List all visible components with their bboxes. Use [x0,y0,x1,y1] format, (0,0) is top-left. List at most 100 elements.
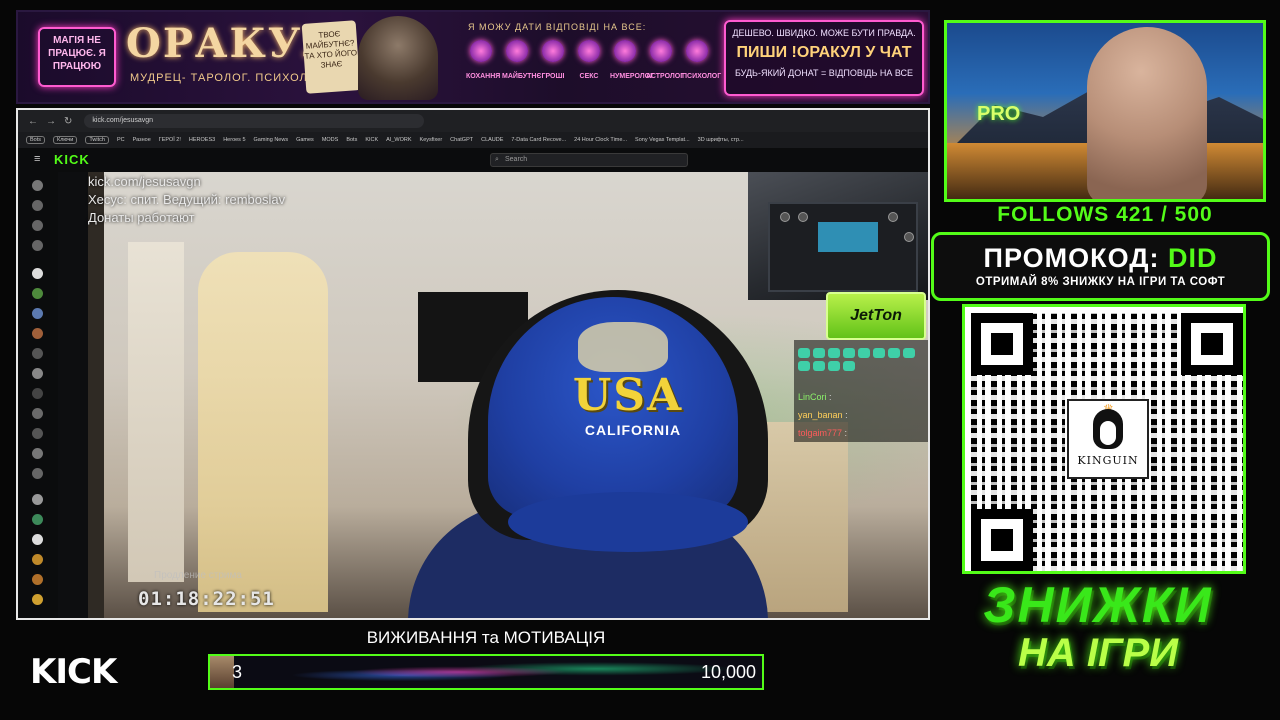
chat-text: : [844,428,848,438]
topic-numerology: НУМЕРОЛОГ [610,40,654,83]
follows-counter: FOLLOWS 421 / 500 [997,203,1213,226]
hamburger-icon[interactable]: ≡ [34,153,40,165]
heart-icon [470,40,492,62]
bookmark[interactable]: Heroes 5 [223,137,245,143]
goal-title: ВИЖИВАННЯ та МОТИВАЦІЯ [366,628,606,647]
knob [798,212,808,222]
bookmark[interactable]: MODS [322,137,339,143]
channel-avatar[interactable] [32,554,43,565]
qr-code: ♛ KINGUIN [971,313,1243,571]
bookmark[interactable]: Разное [133,137,151,143]
bookmark[interactable]: ГЕРОЇ 2! [159,137,181,143]
money-icon [542,40,564,62]
banner-subtitle: МУДРЕЦ- ТАРОЛОГ. ПСИХОЛОГ. [130,72,327,84]
chat-message: tolgaim777 : [798,428,847,438]
chat-text: : [845,410,848,420]
chat-username: LinCori [798,392,827,402]
channel-avatar[interactable] [32,288,43,299]
chat-overlay: LinCori : yan_banan : tolgaim777 : [794,340,928,442]
reload-icon[interactable]: ↻ [64,116,72,127]
bookmark[interactable]: PC [117,137,125,143]
emote-icon [828,361,840,371]
peach-icon [578,40,600,62]
tarot-card: ТВОЄ МАЙБУТНЄ? ТА ХТО ЙОГО ЗНАЄ [301,20,361,94]
channel-avatar[interactable] [32,574,43,585]
bookmark[interactable]: AI_WORK [386,137,411,143]
channel-avatar[interactable] [32,468,43,479]
timer-label: Продление стрима [154,570,242,581]
address-bar[interactable]: kick.com/jesusavgn [84,114,425,128]
channel-avatar[interactable] [32,328,43,339]
jetton-sponsor-badge: JetTon [826,292,926,340]
donation-goal-bar: 3 10,000 [208,654,764,690]
qr-code-panel: ♛ KINGUIN [962,304,1246,574]
channel-avatar[interactable] [32,514,43,525]
back-icon[interactable]: ← [28,116,38,127]
kick-sidebar [18,172,58,618]
browse-icon[interactable] [32,200,43,211]
bookmark[interactable]: 3D шрифты, стр... [698,137,744,143]
channel-avatar[interactable] [32,534,43,545]
bookmark[interactable]: HEROES3 [189,137,215,143]
following-icon[interactable] [32,220,43,231]
emote-icon [888,348,900,358]
heart-icon[interactable] [32,268,43,279]
cap-california-text: CALIFORNIA [584,422,682,438]
kick-logo[interactable]: KICK [54,152,90,167]
goal-thumbnail [210,656,234,688]
emote-icon [903,348,915,358]
bookmark[interactable]: Sony Vegas Templat... [635,137,690,143]
wall-panel [198,252,328,612]
topic-money: ГРОШІ [538,40,568,83]
chat-text: : [829,392,832,402]
bookmark[interactable]: Gaming News [254,137,289,143]
forward-icon[interactable]: → [46,116,56,127]
promo-label: ПРОМОКОД: [983,243,1160,273]
bookmark[interactable]: Bots [26,136,46,144]
crystal-ball-icon [506,40,528,62]
emote-icon [843,361,855,371]
qr-finder-pattern [1181,313,1243,375]
bookmark[interactable]: KICK [365,137,378,143]
cta-line-2: ПИШИ !ОРАКУЛ У ЧАТ [736,44,912,61]
promo-heading: ПРОМОКОД: DID [934,243,1267,274]
bookmark[interactable]: CLAUDE [481,137,503,143]
chat-username: tolgaim777 [798,428,843,438]
promo-subtitle: ОТРИМАЙ 8% ЗНИЖКУ НА ІГРИ ТА СОФТ [975,276,1226,288]
bookmark[interactable]: Bots [346,137,357,143]
search-icon: ⌕ [495,156,499,163]
overlay-url: kick.com/jesusavgn [88,174,201,189]
chat-emotes [798,348,926,371]
bookmark[interactable]: Twitch [85,136,109,144]
bookmark[interactable]: 24 Hour Clock Time... [574,137,627,143]
channel-avatar[interactable] [32,594,43,605]
search-input[interactable]: ⌕ Search [490,153,688,167]
bookmark[interactable]: Games [296,137,314,143]
emote-icon [873,348,885,358]
goal-current: 3 [232,662,243,682]
channel-avatar[interactable] [32,308,43,319]
banner-ask-line: Я МОЖУ ДАТИ ВІДПОВІДІ НА ВСЕ: [468,22,647,32]
cta-line-1: ДЕШЕВО. ШВИДКО. МОЖЕ БУТИ ПРАВДА. [732,28,916,38]
clips-icon[interactable] [32,240,43,251]
bookmark[interactable]: Keysfixer [420,137,443,143]
emote-icon [798,348,810,358]
channel-avatar[interactable] [32,448,43,459]
oracle-banner: МАГІЯ НЕ ПРАЦЮЄ. Я ПРАЦЮЮ ОРАКУЛ МУДРЕЦ-… [16,10,930,104]
channel-avatar[interactable] [32,388,43,399]
bookmark[interactable]: ChatGPT [450,137,473,143]
channel-avatar[interactable] [32,368,43,379]
promo-code-panel: ПРОМОКОД: DID ОТРИМАЙ 8% ЗНИЖКУ НА ІГРИ … [931,232,1270,301]
bookmark[interactable]: 7-Data Card Recove... [511,137,566,143]
knob [888,212,898,222]
channel-avatar[interactable] [32,348,43,359]
channel-avatar[interactable] [32,428,43,439]
live-icon[interactable] [32,494,43,505]
banner-topics: КОХАННЯ МАЙБУТНЄ ГРОШІ СЕКС НУМЕРОЛОГ АС… [466,40,721,83]
browser-capture: ← → ↻ kick.com/jesusavgn Bots Ключи Twit… [16,108,930,620]
overlay-donations: Донаты работают [88,210,195,225]
bookmark[interactable]: Ключи [53,136,78,144]
home-icon[interactable] [32,180,43,191]
channel-avatar[interactable] [32,408,43,419]
eagle-emblem [578,322,668,372]
